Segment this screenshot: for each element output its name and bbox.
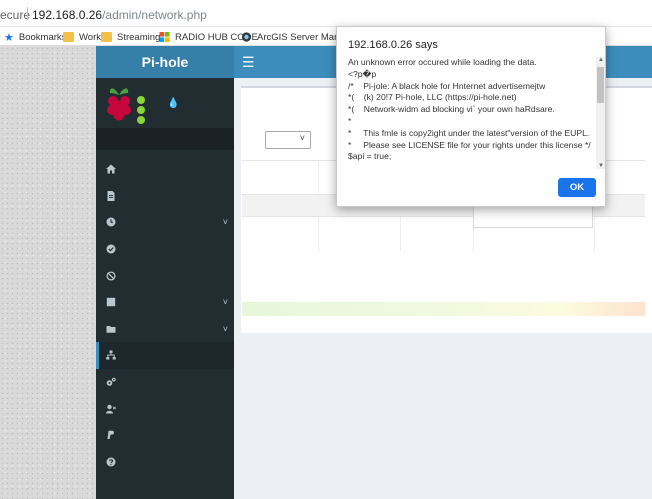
bookmark-label: Work: [79, 31, 101, 43]
home-icon: [106, 164, 116, 174]
scroll-up-arrow-icon[interactable]: ▲: [598, 57, 604, 63]
scrollbar-thumb[interactable]: [597, 67, 604, 103]
sidebar-search-strip: [96, 128, 234, 150]
scroll-down-arrow-icon[interactable]: ▼: [598, 163, 604, 169]
table-cell: [595, 217, 645, 251]
message-line: *( (k) 20!7 Pi-hole, LLC (https://pi-hol…: [348, 92, 517, 103]
question-circle-icon: [106, 457, 116, 467]
table-cell: [401, 217, 474, 251]
chevron-down-icon: ˅: [222, 296, 228, 307]
url-path: /admin/network.php: [102, 8, 207, 22]
chevron-down-icon: ˅: [222, 217, 228, 228]
address-divider: [27, 7, 28, 20]
arcgis-globe-icon: [241, 32, 252, 42]
message-line: * This fmle is copy2ight under the lates…: [348, 127, 590, 138]
message-line: * Please see LICENSE file for your right…: [348, 139, 591, 150]
raspberry-icon: [107, 88, 131, 121]
bookmark-label: Bookmarks: [18, 31, 67, 43]
status-dot: [137, 96, 145, 104]
file-icon: [107, 190, 115, 201]
sidebar-item-local-dns[interactable]: [96, 395, 234, 422]
status-indicators: [137, 96, 145, 126]
message-line: An unknown error occured while loading t…: [348, 57, 537, 67]
sidebar-item-long-term-data[interactable]: ˅: [96, 209, 234, 236]
user-times-icon: [106, 404, 116, 414]
entries-per-page-select[interactable]: ˅: [265, 131, 311, 149]
alert-dialog: 192.168.0.26 says An unknown error occur…: [336, 26, 606, 207]
dialog-title: 192.168.0.26 says: [348, 39, 438, 51]
dialog-message[interactable]: An unknown error occured while loading t…: [348, 57, 596, 169]
check-circle-icon: [106, 244, 116, 254]
status-dot: [137, 106, 145, 114]
cogs-icon: [106, 377, 116, 386]
sidebar-item-network[interactable]: [96, 342, 234, 369]
status-dot: [137, 116, 145, 124]
square-icon: [106, 298, 116, 307]
url-text[interactable]: 192.168.0.26/admin/network.php: [32, 8, 207, 22]
bookmark-label: Streaming: [117, 31, 161, 43]
security-label: ecure: [0, 8, 31, 22]
sidebar-nav: ˅ ˅ ˅: [96, 150, 234, 475]
sidebar-item-query-log[interactable]: [96, 183, 234, 210]
app-title: Pi-hole: [141, 54, 189, 70]
table-cell: [319, 217, 401, 251]
windows-logo-icon: [159, 32, 170, 42]
sidebar-item-blacklist[interactable]: [96, 262, 234, 289]
sidebar-item-whitelist[interactable]: [96, 236, 234, 263]
url-host: 192.168.0.26: [32, 8, 103, 22]
bookmark-bookmarks[interactable]: ★ Bookmarks: [4, 30, 66, 44]
message-line: *: [348, 115, 352, 126]
message-line: *( Network-widm ad blocking vi` your own…: [348, 104, 555, 115]
sitemap-icon: [106, 350, 116, 360]
temperature-icon: 💧: [167, 98, 180, 109]
folder-icon: [106, 325, 116, 333]
sidebar-item-disable[interactable]: ˅: [96, 289, 234, 316]
folder-icon: [63, 32, 74, 42]
sidebar-item-help[interactable]: [96, 449, 234, 476]
table-cell: [242, 217, 319, 251]
clock-icon: [106, 217, 116, 227]
sidebar-item-settings[interactable]: [96, 369, 234, 396]
sidebar-item-dashboard[interactable]: [96, 156, 234, 183]
dialog-scrollbar[interactable]: ▲ ▼: [596, 57, 605, 169]
table-cell: [242, 161, 319, 194]
color-legend-scale: [242, 302, 645, 316]
app-logo[interactable]: Pi-hole: [96, 46, 234, 78]
sidebar-item-donate[interactable]: [96, 422, 234, 449]
bookmark-work[interactable]: Work: [63, 30, 101, 44]
bookmark-streaming[interactable]: Streaming: [101, 30, 160, 44]
desktop-background: [0, 46, 96, 499]
chevron-down-icon: ˅: [299, 133, 305, 143]
ban-icon: [106, 271, 116, 281]
address-bar[interactable]: ecure 192.168.0.26/admin/network.php: [0, 0, 652, 27]
ok-button[interactable]: OK: [558, 178, 596, 197]
paypal-icon: [107, 431, 114, 440]
star-icon: ★: [4, 31, 14, 44]
message-line: /* Pi-jole: A black hole for Hnternet ad…: [348, 80, 546, 91]
sidebar-item-tools[interactable]: ˅: [96, 316, 234, 343]
sidebar: Pi-hole 💧 ˅ ˅ ˅: [96, 46, 234, 499]
hamburger-icon[interactable]: ☰: [242, 54, 255, 71]
message-line: $api = true;: [348, 151, 392, 162]
chevron-down-icon: ˅: [222, 323, 228, 334]
user-panel: 💧: [96, 78, 234, 128]
message-line: <?p�p: [348, 68, 377, 79]
folder-icon: [101, 32, 112, 42]
